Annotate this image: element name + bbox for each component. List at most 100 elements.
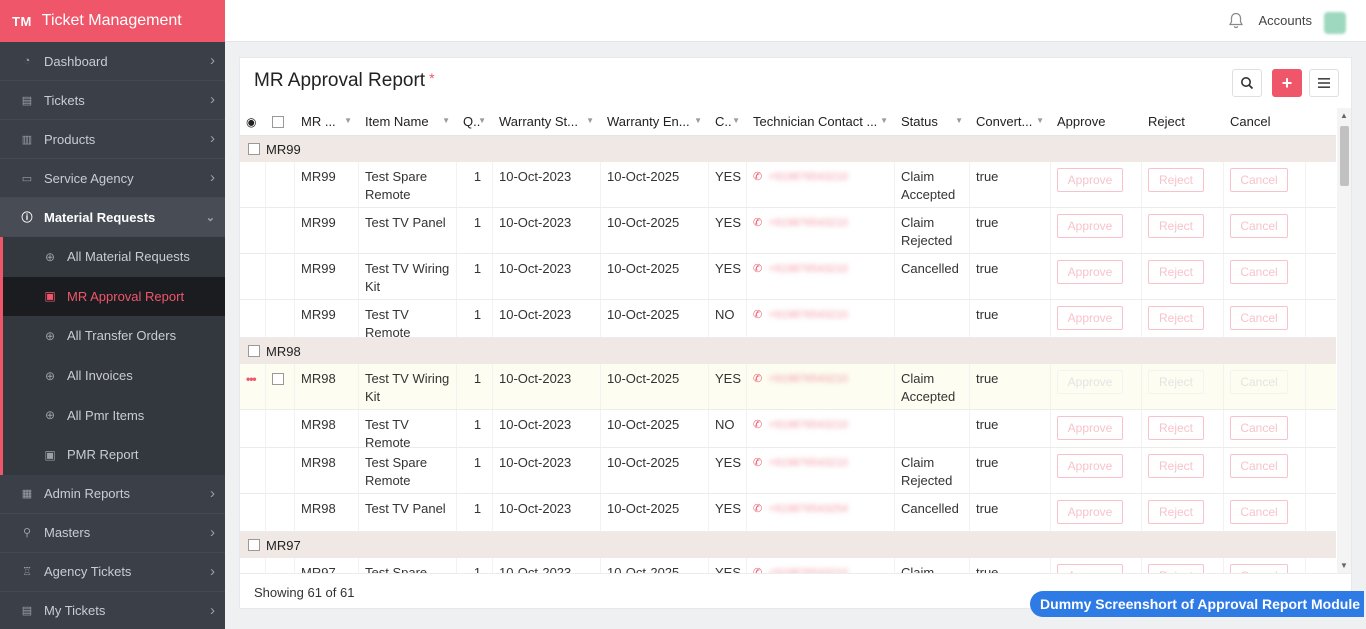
reject-button[interactable]: Reject (1148, 564, 1204, 573)
scroll-up-icon[interactable]: ▲ (1340, 111, 1348, 120)
group-row[interactable]: MR97 (240, 532, 1336, 558)
cancel-button[interactable]: Cancel (1230, 306, 1288, 330)
technician-phone[interactable]: +919876543210 (768, 370, 848, 388)
sort-icon[interactable]: ▼ (694, 116, 702, 125)
reject-button[interactable]: Reject (1148, 260, 1204, 284)
technician-phone[interactable]: +919876543210 (768, 306, 848, 324)
phone-icon[interactable]: ✆ (753, 416, 762, 434)
technician-phone[interactable]: +919876543210 (768, 416, 848, 434)
phone-icon[interactable]: ✆ (753, 168, 762, 186)
cancel-button[interactable]: Cancel (1230, 370, 1288, 394)
brand-header[interactable]: TM Ticket Management (0, 0, 225, 42)
reject-button[interactable]: Reject (1148, 500, 1204, 524)
column-header-cancel[interactable]: Cancel (1224, 108, 1306, 135)
column-header-warranty-end[interactable]: Warranty En... ▼ (601, 108, 709, 135)
approve-button[interactable]: Approve (1057, 168, 1123, 192)
sort-icon[interactable]: ▼ (1036, 116, 1044, 125)
approve-button[interactable]: Approve (1057, 500, 1123, 524)
table-row[interactable]: MR98 Test TV Remote 1 10-Oct-2023 10-Oct-202… (240, 410, 1336, 448)
phone-icon[interactable]: ✆ (753, 500, 762, 518)
column-header-reject[interactable]: Reject (1142, 108, 1224, 135)
submenu-item-all-material-requests[interactable]: ⊕ All Material Requests (3, 237, 225, 277)
phone-icon[interactable]: ✆ (753, 214, 762, 232)
reject-button[interactable]: Reject (1148, 306, 1204, 330)
submenu-item-all-invoices[interactable]: ⊕ All Invoices (3, 356, 225, 396)
sidebar-item-my-tickets[interactable]: ▤ My Tickets › (0, 592, 225, 629)
phone-icon[interactable]: ✆ (753, 564, 762, 573)
table-row[interactable]: MR99 Test Spare Remote 1 10-Oct-2023 10-Oct-… (240, 162, 1336, 208)
sidebar-item-service-agency[interactable]: ▭ Service Agency › (0, 159, 225, 198)
group-row[interactable]: MR99 (240, 136, 1336, 162)
avatar[interactable] (1324, 12, 1346, 34)
group-checkbox[interactable] (248, 539, 260, 551)
cancel-button[interactable]: Cancel (1230, 564, 1288, 573)
group-row[interactable]: MR98 (240, 338, 1336, 364)
phone-icon[interactable]: ✆ (753, 370, 762, 388)
accounts-link[interactable]: Accounts (1259, 13, 1312, 28)
column-header-mr-number[interactable]: MR ... ▼ (295, 108, 359, 135)
eye-icon[interactable]: ◉ (240, 108, 266, 135)
row-menu-icon[interactable]: ••• (246, 370, 257, 388)
table-row[interactable]: MR97 Test Spare 1 10-Oct-2023 10-Oct-2025 YES… (240, 558, 1336, 573)
sidebar-item-masters[interactable]: ⚲ Masters › (0, 514, 225, 553)
sidebar-item-admin-reports[interactable]: ▦ Admin Reports › (0, 475, 225, 514)
scrollbar-thumb[interactable] (1340, 126, 1349, 186)
reject-button[interactable]: Reject (1148, 454, 1204, 478)
submenu-item-mr-approval-report[interactable]: ▣ MR Approval Report (3, 276, 225, 317)
phone-icon[interactable]: ✆ (753, 454, 762, 472)
select-all-checkbox-cell[interactable] (266, 108, 295, 135)
sort-icon[interactable]: ▼ (344, 116, 352, 125)
sidebar-item-dashboard[interactable]: ◔ Dashboard › (0, 42, 225, 81)
sort-icon[interactable]: ▼ (478, 116, 486, 125)
reject-button[interactable]: Reject (1148, 416, 1204, 440)
column-header-warranty-start[interactable]: Warranty St... ▼ (493, 108, 601, 135)
cancel-button[interactable]: Cancel (1230, 168, 1288, 192)
table-row[interactable]: MR99 Test TV Wiring Kit 1 10-Oct-2023 10-Oct… (240, 254, 1336, 300)
column-header-status[interactable]: Status ▼ (895, 108, 970, 135)
column-header-converted[interactable]: Convert... ▼ (970, 108, 1051, 135)
bell-icon[interactable] (1228, 12, 1244, 30)
reject-button[interactable]: Reject (1148, 168, 1204, 192)
submenu-item-all-transfer-orders[interactable]: ⊕ All Transfer Orders (3, 316, 225, 356)
reject-button[interactable]: Reject (1148, 370, 1204, 394)
technician-phone[interactable]: +919876543210 (768, 260, 848, 278)
approve-button[interactable]: Approve (1057, 564, 1123, 573)
sort-icon[interactable]: ▼ (880, 116, 888, 125)
table-row[interactable]: MR99 Test TV Remote 1 10-Oct-2023 10-Oct-202… (240, 300, 1336, 338)
sidebar-item-products[interactable]: ▥ Products › (0, 120, 225, 159)
column-header-claim[interactable]: C.. ▼ (709, 108, 747, 135)
column-header-technician-contact[interactable]: Technician Contact ... ▼ (747, 108, 895, 135)
table-row[interactable]: MR99 Test TV Panel 1 10-Oct-2023 10-Oct-2025… (240, 208, 1336, 254)
sort-icon[interactable]: ▼ (955, 116, 963, 125)
row-checkbox[interactable] (272, 373, 284, 385)
approve-button[interactable]: Approve (1057, 454, 1123, 478)
sort-icon[interactable]: ▼ (586, 116, 594, 125)
sort-icon[interactable]: ▼ (442, 116, 450, 125)
vertical-scrollbar[interactable]: ▲ ▼ (1337, 108, 1351, 573)
submenu-item-all-pmr-items[interactable]: ⊕ All Pmr Items (3, 395, 225, 435)
cancel-button[interactable]: Cancel (1230, 260, 1288, 284)
table-row[interactable]: MR98 Test TV Panel 1 10-Oct-2023 10-Oct-2025… (240, 494, 1336, 532)
scroll-down-icon[interactable]: ▼ (1340, 561, 1348, 570)
approve-button[interactable]: Approve (1057, 214, 1123, 238)
cancel-button[interactable]: Cancel (1230, 214, 1288, 238)
approve-button[interactable]: Approve (1057, 306, 1123, 330)
group-checkbox[interactable] (248, 143, 260, 155)
sidebar-item-material-requests[interactable]: ⓘ Material Requests ⌄ (0, 198, 225, 237)
cancel-button[interactable]: Cancel (1230, 454, 1288, 478)
technician-phone[interactable]: +919876543210 (768, 564, 848, 573)
technician-phone[interactable]: +919876543210 (768, 214, 848, 232)
phone-icon[interactable]: ✆ (753, 306, 762, 324)
search-button[interactable] (1232, 69, 1262, 97)
technician-phone[interactable]: +919876543254 (768, 500, 848, 518)
phone-icon[interactable]: ✆ (753, 260, 762, 278)
submenu-item-pmr-report[interactable]: ▣ PMR Report (3, 435, 225, 475)
technician-phone[interactable]: +919876543210 (768, 168, 848, 186)
group-checkbox[interactable] (248, 345, 260, 357)
sort-icon[interactable]: ▼ (732, 116, 740, 125)
cancel-button[interactable]: Cancel (1230, 416, 1288, 440)
approve-button[interactable]: Approve (1057, 260, 1123, 284)
column-header-item-name[interactable]: Item Name ▼ (359, 108, 457, 135)
reject-button[interactable]: Reject (1148, 214, 1204, 238)
menu-button[interactable] (1309, 69, 1339, 97)
